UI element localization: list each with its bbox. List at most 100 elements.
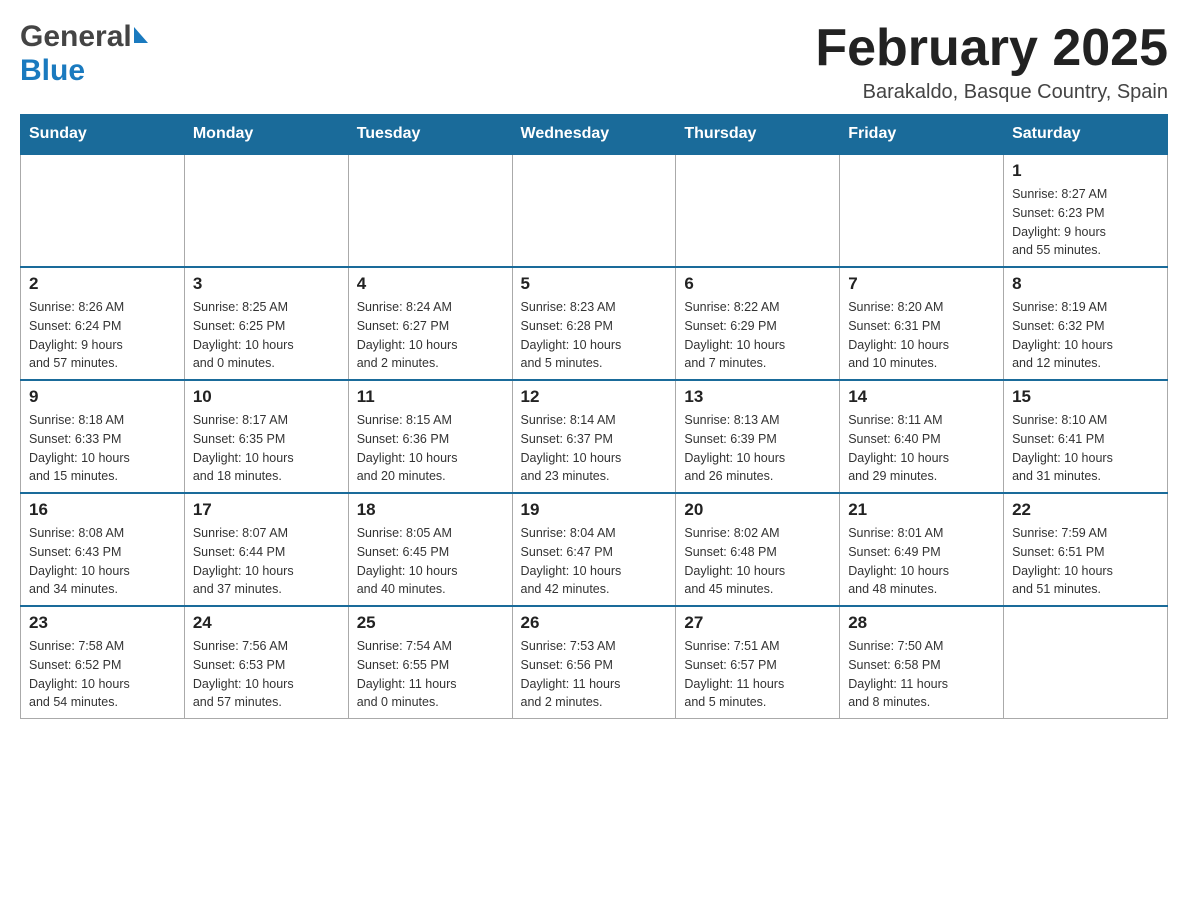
calendar-weekday-header: Tuesday xyxy=(348,115,512,155)
calendar-day-cell: 26 Sunrise: 7:53 AM Sunset: 6:56 PM Dayli… xyxy=(512,606,676,719)
calendar-day-cell: 20 Sunrise: 8:02 AM Sunset: 6:48 PM Dayli… xyxy=(676,493,840,606)
day-number: 10 xyxy=(193,387,340,407)
calendar-day-cell xyxy=(21,154,185,267)
calendar-weekday-header: Sunday xyxy=(21,115,185,155)
day-info: Sunrise: 7:59 AM Sunset: 6:51 PM Dayligh… xyxy=(1012,524,1159,599)
calendar-day-cell: 7 Sunrise: 8:20 AM Sunset: 6:31 PM Daylig… xyxy=(840,267,1004,380)
calendar-day-cell xyxy=(676,154,840,267)
calendar-day-cell: 21 Sunrise: 8:01 AM Sunset: 6:49 PM Dayli… xyxy=(840,493,1004,606)
day-info: Sunrise: 8:27 AM Sunset: 6:23 PM Dayligh… xyxy=(1012,185,1159,260)
day-info: Sunrise: 8:19 AM Sunset: 6:32 PM Dayligh… xyxy=(1012,298,1159,373)
day-info: Sunrise: 7:53 AM Sunset: 6:56 PM Dayligh… xyxy=(521,637,668,712)
calendar-day-cell: 5 Sunrise: 8:23 AM Sunset: 6:28 PM Daylig… xyxy=(512,267,676,380)
day-number: 13 xyxy=(684,387,831,407)
logo-arrow-icon xyxy=(134,27,148,43)
day-number: 9 xyxy=(29,387,176,407)
calendar-day-cell: 4 Sunrise: 8:24 AM Sunset: 6:27 PM Daylig… xyxy=(348,267,512,380)
calendar-weekday-header: Thursday xyxy=(676,115,840,155)
day-info: Sunrise: 8:18 AM Sunset: 6:33 PM Dayligh… xyxy=(29,411,176,486)
calendar-day-cell: 8 Sunrise: 8:19 AM Sunset: 6:32 PM Daylig… xyxy=(1004,267,1168,380)
calendar-day-cell: 6 Sunrise: 8:22 AM Sunset: 6:29 PM Daylig… xyxy=(676,267,840,380)
calendar-day-cell: 14 Sunrise: 8:11 AM Sunset: 6:40 PM Dayli… xyxy=(840,380,1004,493)
day-number: 28 xyxy=(848,613,995,633)
day-info: Sunrise: 7:50 AM Sunset: 6:58 PM Dayligh… xyxy=(848,637,995,712)
day-info: Sunrise: 8:04 AM Sunset: 6:47 PM Dayligh… xyxy=(521,524,668,599)
calendar-day-cell: 16 Sunrise: 8:08 AM Sunset: 6:43 PM Dayli… xyxy=(21,493,185,606)
day-number: 26 xyxy=(521,613,668,633)
day-number: 14 xyxy=(848,387,995,407)
day-number: 11 xyxy=(357,387,504,407)
calendar-week-row: 2 Sunrise: 8:26 AM Sunset: 6:24 PM Daylig… xyxy=(21,267,1168,380)
day-info: Sunrise: 7:56 AM Sunset: 6:53 PM Dayligh… xyxy=(193,637,340,712)
day-number: 2 xyxy=(29,274,176,294)
calendar-day-cell xyxy=(348,154,512,267)
day-info: Sunrise: 8:07 AM Sunset: 6:44 PM Dayligh… xyxy=(193,524,340,599)
day-number: 3 xyxy=(193,274,340,294)
calendar-weekday-header: Saturday xyxy=(1004,115,1168,155)
day-info: Sunrise: 8:13 AM Sunset: 6:39 PM Dayligh… xyxy=(684,411,831,486)
day-info: Sunrise: 8:20 AM Sunset: 6:31 PM Dayligh… xyxy=(848,298,995,373)
calendar-day-cell: 1 Sunrise: 8:27 AM Sunset: 6:23 PM Daylig… xyxy=(1004,154,1168,267)
location-text: Barakaldo, Basque Country, Spain xyxy=(815,81,1168,104)
day-info: Sunrise: 8:24 AM Sunset: 6:27 PM Dayligh… xyxy=(357,298,504,373)
day-info: Sunrise: 8:11 AM Sunset: 6:40 PM Dayligh… xyxy=(848,411,995,486)
calendar-day-cell xyxy=(184,154,348,267)
day-info: Sunrise: 8:02 AM Sunset: 6:48 PM Dayligh… xyxy=(684,524,831,599)
calendar-day-cell: 11 Sunrise: 8:15 AM Sunset: 6:36 PM Dayli… xyxy=(348,380,512,493)
calendar-week-row: 16 Sunrise: 8:08 AM Sunset: 6:43 PM Dayli… xyxy=(21,493,1168,606)
logo-general-text: General xyxy=(20,20,132,54)
logo-blue-text: Blue xyxy=(20,54,85,88)
day-number: 6 xyxy=(684,274,831,294)
day-number: 1 xyxy=(1012,161,1159,181)
calendar-day-cell: 28 Sunrise: 7:50 AM Sunset: 6:58 PM Dayli… xyxy=(840,606,1004,719)
calendar-weekday-header: Wednesday xyxy=(512,115,676,155)
day-number: 20 xyxy=(684,500,831,520)
calendar-week-row: 9 Sunrise: 8:18 AM Sunset: 6:33 PM Daylig… xyxy=(21,380,1168,493)
day-number: 23 xyxy=(29,613,176,633)
calendar-day-cell: 3 Sunrise: 8:25 AM Sunset: 6:25 PM Daylig… xyxy=(184,267,348,380)
day-info: Sunrise: 8:23 AM Sunset: 6:28 PM Dayligh… xyxy=(521,298,668,373)
calendar-day-cell: 19 Sunrise: 8:04 AM Sunset: 6:47 PM Dayli… xyxy=(512,493,676,606)
calendar-day-cell: 24 Sunrise: 7:56 AM Sunset: 6:53 PM Dayli… xyxy=(184,606,348,719)
calendar-day-cell: 12Sunrise: 8:14 AM Sunset: 6:37 PM Dayli… xyxy=(512,380,676,493)
day-number: 18 xyxy=(357,500,504,520)
day-number: 7 xyxy=(848,274,995,294)
day-number: 16 xyxy=(29,500,176,520)
day-number: 15 xyxy=(1012,387,1159,407)
calendar-day-cell: 27 Sunrise: 7:51 AM Sunset: 6:57 PM Dayli… xyxy=(676,606,840,719)
page-header: General Blue February 2025 Barakaldo, Ba… xyxy=(20,20,1168,104)
day-info: Sunrise: 7:51 AM Sunset: 6:57 PM Dayligh… xyxy=(684,637,831,712)
day-info: Sunrise: 8:26 AM Sunset: 6:24 PM Dayligh… xyxy=(29,298,176,373)
day-info: Sunrise: 8:01 AM Sunset: 6:49 PM Dayligh… xyxy=(848,524,995,599)
calendar-day-cell xyxy=(840,154,1004,267)
calendar-day-cell: 10 Sunrise: 8:17 AM Sunset: 6:35 PM Dayli… xyxy=(184,380,348,493)
calendar-day-cell: 13 Sunrise: 8:13 AM Sunset: 6:39 PM Dayli… xyxy=(676,380,840,493)
calendar-day-cell: 17Sunrise: 8:07 AM Sunset: 6:44 PM Dayli… xyxy=(184,493,348,606)
day-info: Sunrise: 8:22 AM Sunset: 6:29 PM Dayligh… xyxy=(684,298,831,373)
day-number: 21 xyxy=(848,500,995,520)
calendar-day-cell: 18 Sunrise: 8:05 AM Sunset: 6:45 PM Dayli… xyxy=(348,493,512,606)
calendar-day-cell xyxy=(1004,606,1168,719)
logo: General Blue xyxy=(20,20,148,88)
day-info: Sunrise: 8:10 AM Sunset: 6:41 PM Dayligh… xyxy=(1012,411,1159,486)
day-number: 25 xyxy=(357,613,504,633)
calendar-day-cell: 22Sunrise: 7:59 AM Sunset: 6:51 PM Dayli… xyxy=(1004,493,1168,606)
calendar-day-cell: 25 Sunrise: 7:54 AM Sunset: 6:55 PM Dayli… xyxy=(348,606,512,719)
calendar-week-row: 1 Sunrise: 8:27 AM Sunset: 6:23 PM Daylig… xyxy=(21,154,1168,267)
day-number: 24 xyxy=(193,613,340,633)
day-info: Sunrise: 8:08 AM Sunset: 6:43 PM Dayligh… xyxy=(29,524,176,599)
day-info: Sunrise: 8:15 AM Sunset: 6:36 PM Dayligh… xyxy=(357,411,504,486)
day-number: 27 xyxy=(684,613,831,633)
calendar-day-cell: 23Sunrise: 7:58 AM Sunset: 6:52 PM Dayli… xyxy=(21,606,185,719)
day-number: 8 xyxy=(1012,274,1159,294)
day-number: 4 xyxy=(357,274,504,294)
calendar-day-cell: 9 Sunrise: 8:18 AM Sunset: 6:33 PM Daylig… xyxy=(21,380,185,493)
day-number: 19 xyxy=(521,500,668,520)
day-info: Sunrise: 8:17 AM Sunset: 6:35 PM Dayligh… xyxy=(193,411,340,486)
day-number: 5 xyxy=(521,274,668,294)
day-number: 12 xyxy=(521,387,668,407)
day-info: Sunrise: 8:05 AM Sunset: 6:45 PM Dayligh… xyxy=(357,524,504,599)
calendar-day-cell: 2 Sunrise: 8:26 AM Sunset: 6:24 PM Daylig… xyxy=(21,267,185,380)
day-info: Sunrise: 7:54 AM Sunset: 6:55 PM Dayligh… xyxy=(357,637,504,712)
day-info: Sunrise: 8:25 AM Sunset: 6:25 PM Dayligh… xyxy=(193,298,340,373)
